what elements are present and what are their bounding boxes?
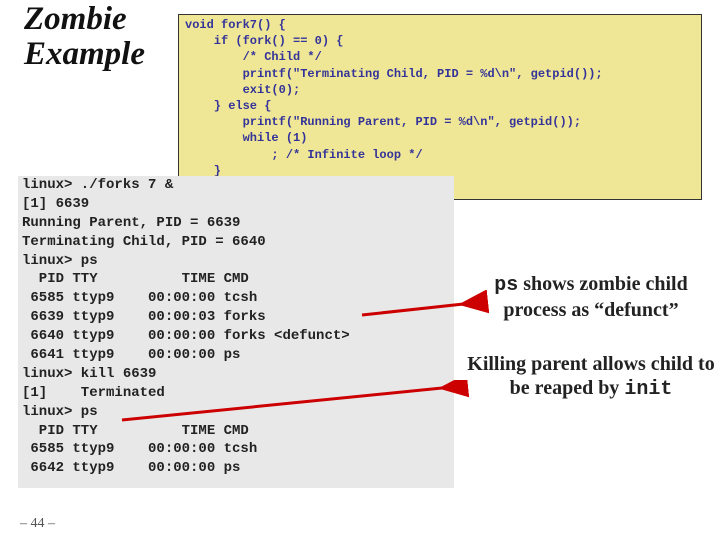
annotation-reaped: Killing parent allows child to be reaped… bbox=[464, 352, 718, 402]
annotation-ps-code: ps bbox=[494, 274, 518, 297]
page-number: – 44 – bbox=[20, 516, 55, 532]
terminal-output: linux> ./forks 7 & [1] 6639 Running Pare… bbox=[18, 176, 454, 488]
annotation-defunct-text: shows zombie child process as “defunct” bbox=[503, 273, 687, 321]
code-sample: void fork7() { if (fork() == 0) { /* Chi… bbox=[178, 14, 702, 200]
slide-title: Zombie Example bbox=[24, 2, 145, 71]
annotation-reaped-text: Killing parent allows child to be reaped… bbox=[467, 353, 714, 399]
annotation-defunct: ps shows zombie child process as “defunc… bbox=[476, 272, 706, 322]
annotation-init-code: init bbox=[624, 378, 672, 401]
